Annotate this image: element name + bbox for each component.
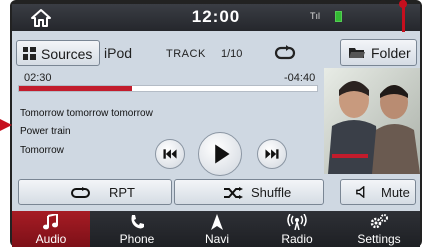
gears-icon	[370, 214, 388, 229]
track-label: TRACK	[166, 48, 206, 60]
music-note-icon	[43, 214, 58, 230]
progress-bar[interactable]	[18, 85, 318, 92]
repeat-label: RPT	[109, 185, 135, 200]
progress-fill	[19, 86, 133, 91]
callout-arrow-icon	[0, 119, 12, 131]
previous-track-button[interactable]	[155, 139, 185, 169]
navigation-arrow-icon	[211, 214, 223, 230]
repeat-mode-icon	[71, 187, 90, 198]
mute-button[interactable]: Mute	[340, 179, 416, 205]
shuffle-button[interactable]: Shuffle	[174, 179, 324, 205]
nav-audio-label: Audio	[35, 232, 67, 246]
infotainment-screen: 12:00 Tıl Sources iPod TRACK 1/10 Folder…	[12, 4, 420, 247]
folder-button[interactable]: Folder	[340, 39, 417, 66]
play-icon	[215, 144, 230, 164]
album-name: Power train	[20, 126, 71, 137]
folder-label: Folder	[371, 45, 411, 61]
sources-button[interactable]: Sources	[16, 40, 100, 66]
clock: 12:00	[191, 7, 241, 26]
remaining-time: -04:40	[284, 72, 316, 84]
skip-back-icon	[163, 149, 177, 159]
source-name: iPod	[104, 45, 133, 61]
nav-navi-label: Navi	[204, 232, 229, 246]
bottom-nav: Audio Phone Navi Radio Settings	[12, 211, 420, 247]
callout-dot	[399, 0, 407, 8]
repeat-icon	[274, 45, 296, 60]
next-track-button[interactable]	[257, 139, 287, 169]
nav-navi[interactable]: Navi	[178, 211, 256, 247]
nav-phone-label: Phone	[119, 232, 155, 246]
skip-forward-icon	[265, 149, 279, 159]
shuffle-icon	[224, 187, 243, 199]
album-art-image	[324, 68, 420, 174]
grid-icon	[23, 47, 36, 60]
status-bar: 12:00 Tıl	[12, 4, 420, 31]
artist-name: Tomorrow	[20, 145, 64, 156]
speaker-icon	[356, 186, 365, 198]
folder-icon	[349, 48, 365, 58]
mute-label: Mute	[381, 185, 410, 200]
elapsed-time: 02:30	[24, 72, 52, 84]
signal-strength-icon: Tıl	[310, 11, 320, 21]
sources-label: Sources	[41, 46, 93, 62]
nav-radio-label: Radio	[281, 232, 313, 246]
battery-icon	[335, 11, 342, 22]
nav-phone[interactable]: Phone	[98, 211, 176, 247]
playback-options: RPT Shuffle Mute	[18, 179, 418, 207]
phone-icon	[131, 215, 144, 229]
nav-audio[interactable]: Audio	[12, 211, 90, 247]
media-header: Sources iPod TRACK 1/10 Folder	[12, 36, 420, 68]
shuffle-label: Shuffle	[251, 185, 292, 200]
nav-radio[interactable]: Radio	[258, 211, 336, 247]
track-counter: 1/10	[221, 48, 243, 60]
nav-settings[interactable]: Settings	[338, 211, 420, 247]
repeat-button[interactable]: RPT	[18, 179, 172, 205]
nav-settings-label: Settings	[357, 232, 401, 246]
radio-signal-icon	[287, 214, 307, 230]
play-button[interactable]	[198, 132, 242, 176]
track-title: Tomorrow tomorrow tomorrow	[20, 108, 153, 119]
